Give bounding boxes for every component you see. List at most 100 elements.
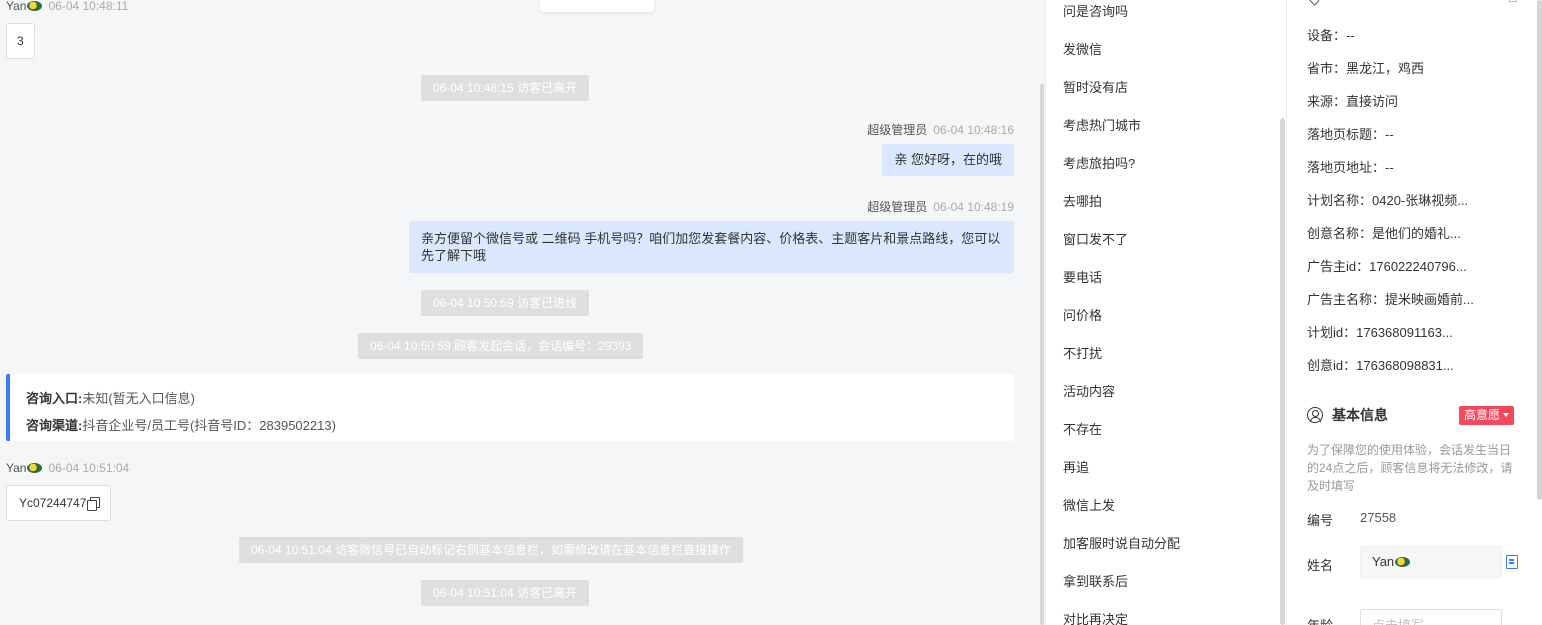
quick-reply-item[interactable]: 对比再决定 (1063, 609, 1128, 625)
visitor-message-bubble: 3 (6, 23, 35, 59)
consult-info-card: 咨询入口:未知(暂无入口信息) 咨询渠道:抖音企业号/员工号(抖音号ID：283… (6, 374, 1014, 441)
source-label: 落地页标题： (1307, 127, 1386, 142)
age-input[interactable] (1360, 609, 1502, 625)
sender-name: Yan (6, 461, 27, 475)
source-info-row: 落地页地址：-- (1307, 157, 1394, 176)
agent-message-bubble: 亲 您好呀，在的哦 (882, 144, 1014, 176)
source-value: 黑龙江，鸡西 (1346, 61, 1425, 76)
source-value: 是他们的婚礼... (1372, 226, 1461, 241)
source-label: 省市： (1307, 61, 1347, 76)
intent-level-dropdown[interactable]: 高意愿 (1459, 406, 1515, 425)
quick-reply-item[interactable]: 再追 (1063, 457, 1089, 476)
quick-reply-item[interactable]: 拿到联系后 (1063, 571, 1128, 590)
caret-down-icon (1503, 412, 1510, 417)
turtle-emoji-icon (27, 0, 43, 11)
message-sender: Yan 06-04 10:48:11 (6, 0, 128, 13)
message-time: 06-04 10:51:04 (48, 461, 130, 475)
source-info-row: 创意名称：是他们的婚礼... (1307, 223, 1461, 242)
intent-level-label: 高意愿 (1464, 408, 1501, 422)
source-label: 计划名称： (1307, 193, 1373, 208)
visitor-info-panel: 设备：-- 省市：黑龙江，鸡西 来源：直接访问 落地页标题：-- 落地页地址：-… (1286, 0, 1542, 625)
basic-info-title: 基本信息 (1307, 405, 1388, 425)
message-sender: 超级管理员 06-04 10:48:16 (867, 121, 1014, 138)
source-label: 广告主id： (1307, 259, 1370, 274)
source-value: -- (1385, 160, 1394, 175)
system-notice: 06-04 10:51:04 访客微信号已自动标记右侧基本信息栏，如需修改请在基… (239, 537, 744, 563)
edit-icon[interactable] (1509, 0, 1517, 2)
source-value: 176368098831... (1356, 358, 1454, 373)
source-info-row: 广告主名称：提米映画婚前... (1307, 289, 1474, 308)
sender-name: 超级管理员 (867, 123, 928, 137)
message-sender: Yan 06-04 10:51:04 (6, 461, 129, 475)
source-label: 来源： (1307, 94, 1347, 109)
message-time: 06-04 10:48:16 (933, 123, 1014, 137)
source-value: 提米映画婚前... (1385, 292, 1474, 307)
consult-channel-row: 咨询渠道:抖音企业号/员工号(抖音号ID：2839502213) (26, 412, 998, 439)
chat-scrollbar[interactable] (1040, 84, 1044, 625)
system-notice: 06-04 10:50:59 访客已进线 (421, 290, 590, 316)
quick-reply-item[interactable]: 窗口发不了 (1063, 229, 1128, 248)
sender-name: 超级管理员 (867, 200, 928, 214)
id-label: 编号 (1307, 513, 1334, 528)
consult-channel-value: 抖音企业号/员工号(抖音号ID：2839502213) (82, 418, 336, 433)
age-label: 年龄 (1307, 615, 1333, 625)
quick-reply-item[interactable]: 不存在 (1063, 419, 1102, 438)
turtle-emoji-icon (27, 462, 43, 473)
quick-reply-item[interactable]: 活动内容 (1063, 381, 1115, 400)
source-info-row: 广告主id：176022240796... (1307, 256, 1467, 275)
system-notice: 06-04 10:48:15 访客已离开 (421, 75, 590, 101)
quick-reply-item[interactable]: 要电话 (1063, 267, 1102, 286)
source-info-row: 设备：-- (1307, 25, 1355, 44)
sender-name: Yan (6, 0, 27, 13)
consult-entry-value: 未知(暂无入口信息) (82, 391, 196, 406)
source-value: 直接访问 (1346, 94, 1399, 109)
message-text: Yc07244747 (19, 496, 87, 510)
source-label: 设备： (1307, 28, 1347, 43)
floating-popup (540, 0, 654, 12)
location-pin-icon (1306, 0, 1322, 6)
system-notice: 06-04 10:50:59 顾客发起会话，会话编号：29393 (358, 333, 644, 359)
user-circle-icon (1307, 407, 1323, 423)
source-label: 计划id： (1307, 325, 1357, 340)
message-text: 亲 您好呀，在的哦 (894, 152, 1002, 167)
quick-reply-item[interactable]: 微信上发 (1063, 495, 1115, 514)
source-info-row: 创意id：176368098831... (1307, 355, 1454, 374)
chat-pane: Yan 06-04 10:48:11 3 06-04 10:48:15 访客已离开… (0, 0, 1045, 625)
quick-reply-item[interactable]: 问是咨询吗 (1063, 1, 1128, 20)
name-field[interactable]: Yan (1360, 546, 1502, 578)
source-value: 0420-张琳视频... (1372, 193, 1469, 208)
consult-entry-row: 咨询入口:未知(暂无入口信息) (26, 385, 998, 412)
message-time: 06-04 10:48:11 (48, 0, 129, 13)
quick-reply-item[interactable]: 不打扰 (1063, 343, 1102, 362)
source-label: 创意id： (1307, 358, 1357, 373)
source-value: -- (1385, 127, 1394, 142)
quick-reply-item[interactable]: 考虑旅拍吗? (1063, 153, 1135, 172)
quick-reply-list: 问是咨询吗 发微信 暂时没有店 考虑热门城市 考虑旅拍吗? 去哪拍 窗口发不了 … (1045, 0, 1285, 625)
quick-reply-item[interactable]: 去哪拍 (1063, 191, 1102, 210)
source-value: -- (1346, 28, 1355, 43)
quick-reply-item[interactable]: 考虑热门城市 (1063, 115, 1141, 134)
name-value: Yan (1372, 554, 1395, 569)
source-label: 广告主名称： (1307, 292, 1386, 307)
message-time: 06-04 10:48:19 (933, 200, 1014, 214)
source-info-row: 计划名称：0420-张琳视频... (1307, 190, 1468, 209)
source-info-row: 来源：直接访问 (1307, 91, 1398, 110)
copy-icon[interactable] (87, 496, 101, 511)
document-icon[interactable] (1506, 555, 1518, 569)
quick-reply-item[interactable]: 暂时没有店 (1063, 77, 1128, 96)
quick-reply-item[interactable]: 加客服时说自动分配 (1063, 533, 1180, 552)
agent-message-bubble: 亲方便留个微信号或 二维码 手机号吗？咱们加您发套餐内容、价格表、主题客片和景点… (409, 221, 1014, 273)
source-info-row: 省市：黑龙江，鸡西 (1307, 58, 1424, 77)
quick-reply-scrollbar[interactable] (1280, 118, 1285, 625)
visitor-message-bubble: Yc07244747 (6, 485, 112, 521)
panel-scrollbar[interactable] (1537, 0, 1542, 500)
quick-reply-item[interactable]: 问价格 (1063, 305, 1102, 324)
edit-deadline-notice: 为了保障您的使用体验，会话发生当日的24点之后，顾客信息将无法修改，请及时填写 (1307, 443, 1513, 493)
source-value: 176022240796... (1369, 259, 1467, 274)
message-sender: 超级管理员 06-04 10:48:19 (867, 198, 1014, 215)
source-label: 创意名称： (1307, 226, 1373, 241)
id-value: 27558 (1360, 510, 1397, 525)
basic-info-title-text: 基本信息 (1332, 407, 1388, 423)
quick-reply-item[interactable]: 发微信 (1063, 39, 1102, 58)
source-info-row: 计划id：176368091163... (1307, 322, 1453, 341)
